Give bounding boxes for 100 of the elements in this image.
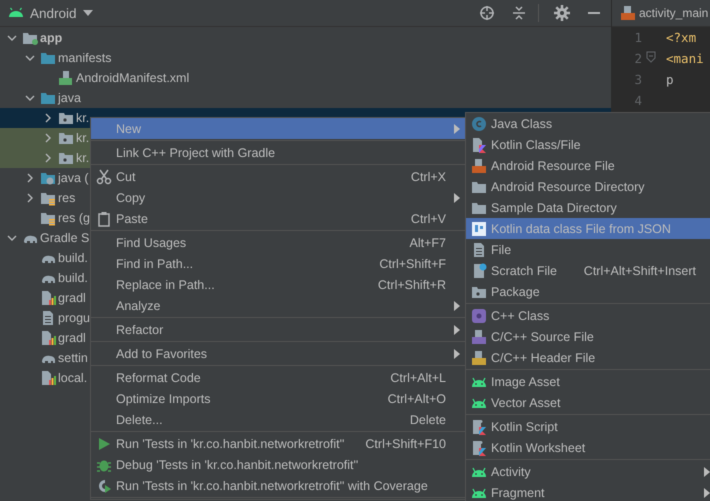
folder-icon bbox=[40, 50, 56, 66]
menu-item[interactable]: Android Resource File bbox=[466, 155, 710, 176]
submenu-arrow-icon bbox=[704, 488, 710, 498]
menu-item[interactable]: Cut Ctrl+X bbox=[91, 166, 466, 187]
shortcut-label: Delete bbox=[410, 412, 447, 426]
menu-item[interactable]: Analyze bbox=[91, 295, 466, 316]
line-number: 1 bbox=[633, 30, 643, 45]
json-icon bbox=[471, 220, 487, 236]
code-line: p bbox=[665, 72, 675, 87]
menu-item[interactable]: File bbox=[466, 239, 710, 260]
menu-item[interactable]: Kotlin Class/File bbox=[466, 134, 710, 155]
cpp-source-icon bbox=[471, 328, 487, 344]
submenu-arrow-icon bbox=[454, 348, 460, 358]
chevron-right-icon[interactable] bbox=[43, 153, 53, 163]
panel-title[interactable]: Android bbox=[30, 6, 77, 20]
chevron-down-icon[interactable] bbox=[25, 93, 35, 103]
shortcut-label: Ctrl+Shift+F10 bbox=[365, 436, 447, 450]
header-file-icon bbox=[471, 350, 487, 366]
menu-item[interactable]: Delete... Delete bbox=[91, 409, 466, 430]
kotlin-script-icon bbox=[471, 418, 487, 434]
menu-item[interactable]: Activity bbox=[466, 461, 710, 482]
menu-item[interactable]: Vector Asset bbox=[466, 392, 710, 413]
xml-file-icon bbox=[620, 5, 636, 21]
menu-item[interactable]: C/C++ Source File bbox=[466, 326, 710, 347]
folder-icon bbox=[40, 90, 56, 106]
menu-item[interactable]: Optimize Imports Ctrl+Alt+O bbox=[91, 388, 466, 409]
editor-tab[interactable]: activity_main bbox=[612, 0, 710, 27]
menu-item[interactable]: Kotlin Worksheet bbox=[466, 437, 710, 458]
package-folder-icon bbox=[58, 130, 74, 146]
menu-item[interactable]: Image Asset bbox=[466, 371, 710, 392]
menu-item[interactable]: Link C++ Project with Gradle bbox=[91, 142, 466, 163]
menu-item[interactable]: Fragment bbox=[466, 482, 710, 501]
menu-item[interactable]: Debug 'Tests in 'kr.co.hanbit.networkretrofit'' bbox=[91, 454, 466, 475]
menu-item[interactable]: C++ Class bbox=[466, 305, 710, 326]
menu-item[interactable]: Run 'Tests in 'kr.co.hanbit.networkretrofit'' Ctrl+Shift+F10 bbox=[91, 433, 466, 454]
android-icon bbox=[471, 398, 487, 408]
menu-item[interactable]: Run 'Tests in 'kr.co.hanbit.networkretrofit'' with Coverage bbox=[91, 475, 466, 496]
menu-item[interactable]: Scratch File Ctrl+Alt+Shift+Insert bbox=[466, 260, 710, 281]
properties-file-icon bbox=[40, 330, 56, 346]
menu-item[interactable]: Add to Favorites bbox=[91, 343, 466, 364]
resource-folder-icon bbox=[40, 210, 56, 226]
minimize-icon bbox=[588, 12, 600, 14]
chevron-down-icon[interactable] bbox=[7, 33, 17, 43]
settings-icon bbox=[554, 5, 570, 21]
android-icon bbox=[471, 488, 487, 498]
chevron-down-icon[interactable] bbox=[7, 233, 17, 243]
menu-item[interactable]: Package bbox=[466, 281, 710, 302]
shortcut-label: Ctrl+V bbox=[410, 212, 447, 226]
collapse-all-icon bbox=[511, 5, 527, 21]
package-folder-icon bbox=[58, 110, 74, 126]
crosshair-icon bbox=[479, 5, 495, 21]
android-icon bbox=[471, 376, 487, 386]
menu-item[interactable]: Java Class bbox=[466, 113, 710, 134]
shortcut-label: Ctrl+Shift+R bbox=[378, 278, 447, 292]
menu-item[interactable]: Sample Data Directory bbox=[466, 197, 710, 218]
line-number: 4 bbox=[633, 93, 643, 108]
chevron-right-icon[interactable] bbox=[25, 173, 35, 183]
module-folder-icon bbox=[22, 30, 38, 46]
menu-item[interactable]: Replace in Path... Ctrl+Shift+R bbox=[91, 274, 466, 295]
submenu-arrow-icon bbox=[454, 192, 460, 202]
menu-item[interactable]: Reformat Code Ctrl+Alt+L bbox=[91, 367, 466, 388]
chevron-right-icon[interactable] bbox=[43, 113, 53, 123]
menu-item[interactable]: Copy bbox=[91, 187, 466, 208]
shortcut-label: Ctrl+Alt+L bbox=[390, 370, 447, 384]
properties-file-icon bbox=[40, 370, 56, 386]
scissors-icon bbox=[96, 168, 112, 184]
package-folder-icon bbox=[58, 150, 74, 166]
menu-item[interactable]: Find in Path... Ctrl+Shift+F bbox=[91, 253, 466, 274]
kotlin-script-icon bbox=[471, 440, 487, 456]
submenu-arrow-icon bbox=[454, 124, 460, 134]
chevron-down-icon[interactable] bbox=[25, 53, 35, 63]
menu-item[interactable]: Android Resource Directory bbox=[466, 176, 710, 197]
shortcut-label: Ctrl+Alt+Shift+Insert bbox=[584, 264, 697, 278]
class-icon bbox=[471, 116, 487, 132]
fold-marker-icon bbox=[646, 51, 656, 63]
chevron-right-icon[interactable] bbox=[25, 193, 35, 203]
text-file-icon bbox=[471, 242, 487, 258]
line-number: 3 bbox=[633, 72, 643, 87]
scratch-file-icon bbox=[471, 262, 487, 278]
dropdown-caret-icon bbox=[82, 9, 93, 17]
properties-file-icon bbox=[40, 290, 56, 306]
menu-item[interactable]: Paste Ctrl+V bbox=[91, 208, 466, 229]
menu-item[interactable]: C/C++ Header File bbox=[466, 347, 710, 368]
submenu-arrow-icon bbox=[704, 466, 710, 476]
menu-item[interactable]: Refactor bbox=[91, 319, 466, 340]
code-line: <mani bbox=[665, 51, 705, 66]
manifest-file-icon bbox=[58, 70, 74, 86]
shortcut-label: Alt+F7 bbox=[410, 236, 447, 250]
xml-file-icon bbox=[471, 158, 487, 174]
play-icon bbox=[96, 436, 112, 452]
submenu-arrow-icon bbox=[454, 300, 460, 310]
coverage-run-icon bbox=[96, 478, 112, 494]
chevron-right-icon[interactable] bbox=[43, 133, 53, 143]
android-icon bbox=[471, 466, 487, 476]
submenu-arrow-icon bbox=[454, 324, 460, 334]
generated-folder-icon bbox=[40, 170, 56, 186]
shortcut-label: Ctrl+Alt+O bbox=[388, 392, 447, 406]
menu-item[interactable]: Find Usages Alt+F7 bbox=[91, 232, 466, 253]
menu-item[interactable]: Kotlin Script bbox=[466, 416, 710, 437]
shortcut-label: Ctrl+Shift+F bbox=[379, 256, 447, 270]
